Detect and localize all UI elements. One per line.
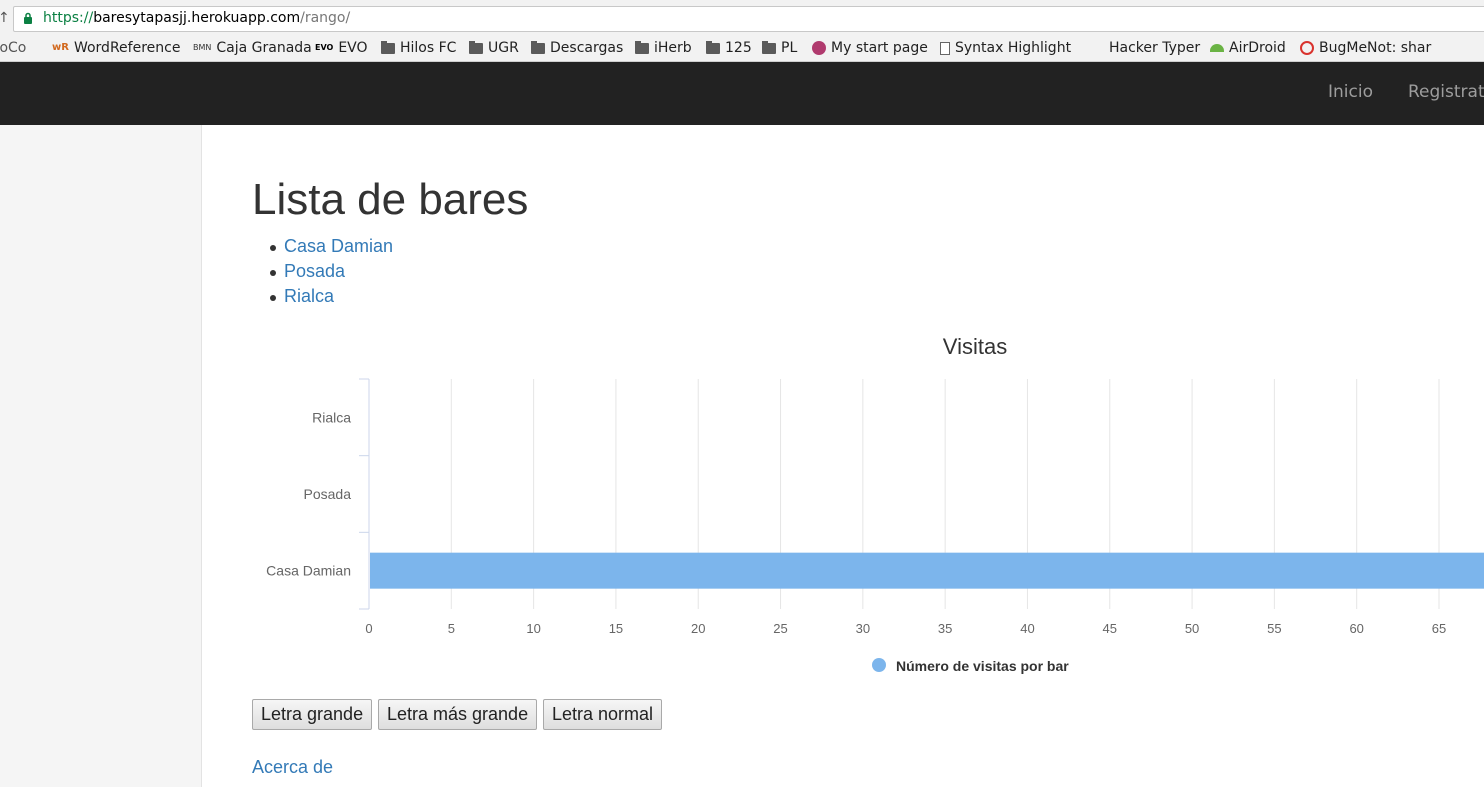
bar-link-casa-damian[interactable]: Casa Damian — [284, 236, 393, 256]
x-tick-label: 45 — [1103, 621, 1117, 636]
url-host: baresytapasjj.herokuapp.com — [93, 10, 301, 26]
bookmark-item[interactable]: Hacker Typer — [1109, 38, 1200, 58]
bookmark-label: PL — [781, 40, 798, 56]
legend-marker — [872, 658, 886, 672]
evo-icon: EVO — [315, 43, 334, 52]
x-tick-label: 60 — [1349, 621, 1363, 636]
wordreference-icon: wR — [52, 42, 69, 53]
bookmark-label: iHerb — [654, 40, 692, 56]
bookmark-label: EVO — [338, 40, 368, 56]
site-navbar: Inicio Registrate — [0, 62, 1484, 125]
bar — [370, 552, 1484, 589]
about-link[interactable]: Acerca de — [252, 757, 333, 778]
bookmark-label: Descargas — [550, 40, 624, 56]
legend-label: Número de visitas por bar — [896, 658, 1069, 674]
chart-title: Visitas — [943, 334, 1007, 359]
mystartpage-icon — [812, 41, 826, 55]
x-tick-label: 20 — [691, 621, 705, 636]
caja-granada-icon: BMN — [193, 43, 212, 52]
bookmark-item[interactable]: Syntax Highlight — [940, 38, 1071, 58]
x-tick-label: 35 — [938, 621, 952, 636]
bookmark-item[interactable]: iHerb — [635, 38, 692, 58]
bookmark-item[interactable]: BMN Caja Granada — [193, 38, 312, 58]
x-tick-label: 0 — [365, 621, 372, 636]
page-icon — [940, 41, 950, 55]
folder-icon — [531, 40, 545, 54]
bar-link-posada[interactable]: Posada — [284, 261, 345, 281]
url-text[interactable]: https://baresytapasjj.herokuapp.com/rang… — [43, 10, 350, 26]
bookmark-label: BugMeNot: shar — [1319, 40, 1432, 56]
x-tick-label: 55 — [1267, 621, 1281, 636]
bookmark-item[interactable]: PL — [762, 38, 797, 58]
y-category-label: Posada — [304, 486, 352, 502]
x-tick-label: 50 — [1185, 621, 1199, 636]
bar-link-rialca[interactable]: Rialca — [284, 286, 334, 306]
nav-link-inicio[interactable]: Inicio — [1328, 82, 1373, 102]
x-tick-label: 5 — [448, 621, 455, 636]
bookmark-item[interactable]: 125 — [706, 38, 752, 58]
y-category-label: Casa Damian — [266, 563, 351, 579]
bookmark-item[interactable]: Descargas — [531, 38, 623, 58]
bookmark-label: My start page — [831, 40, 928, 56]
sidebar — [0, 125, 202, 787]
list-item: Posada — [269, 261, 393, 286]
bookmarks-bar: roCo wR WordReference BMN Caja Granada EVO… — [0, 36, 1484, 62]
y-category-label: Rialca — [312, 409, 351, 425]
bookmark-item[interactable]: BugMeNot: shar — [1300, 38, 1431, 58]
bookmark-label: Hilos FC — [400, 40, 457, 56]
bookmark-label: roCo — [0, 40, 27, 56]
back-arrow-icon[interactable]: ↑ — [0, 10, 10, 26]
bookmark-item[interactable]: EVO EVO — [315, 38, 368, 58]
bookmark-label: UGR — [488, 40, 519, 56]
bookmark-item[interactable]: UGR — [469, 38, 519, 58]
bookmark-label: AirDroid — [1229, 40, 1286, 56]
browser-url-bar: ↑ https://baresytapasjj.herokuapp.com/ra… — [0, 0, 1484, 36]
bookmark-label: Caja Granada — [216, 40, 312, 56]
address-bar[interactable]: https://baresytapasjj.herokuapp.com/rang… — [13, 6, 1484, 32]
folder-icon — [635, 40, 649, 54]
bookmark-item[interactable]: wR WordReference — [52, 38, 180, 58]
folder-icon — [469, 40, 483, 54]
x-tick-label: 10 — [526, 621, 540, 636]
bookmark-item[interactable]: roCo — [0, 38, 26, 58]
airdroid-icon — [1210, 44, 1224, 52]
bookmark-item[interactable]: AirDroid — [1210, 38, 1286, 58]
x-tick-label: 15 — [609, 621, 623, 636]
bookmark-label: WordReference — [73, 40, 181, 56]
url-path: /rango/ — [300, 10, 351, 26]
chart-svg: Visitas 0 5 10 15 20 25 30 35 40 45 50 55 60 65 Casa Da… — [266, 334, 1484, 674]
x-tick-label: 25 — [773, 621, 787, 636]
url-scheme: https:// — [43, 10, 94, 26]
bar-list: Casa Damian Posada Rialca — [269, 236, 393, 311]
nav-link-registrate[interactable]: Registrate — [1408, 82, 1484, 102]
bookmark-label: Syntax Highlight — [955, 40, 1072, 56]
lock-icon — [24, 12, 32, 24]
bookmark-label: 125 — [725, 40, 752, 56]
bookmark-item[interactable]: Hilos FC — [381, 38, 456, 58]
x-tick-label: 30 — [856, 621, 870, 636]
normal-font-button[interactable]: Letra normal — [543, 699, 663, 730]
page-title: Lista de bares — [252, 175, 529, 224]
folder-icon — [762, 40, 776, 54]
folder-icon — [381, 40, 395, 54]
bookmark-label: Hacker Typer — [1109, 40, 1201, 56]
list-item: Rialca — [269, 286, 393, 311]
visits-chart: Visitas 0 5 10 15 20 25 30 35 40 45 50 55 60 65 Casa Da… — [230, 325, 1484, 690]
x-tick-label: 40 — [1020, 621, 1034, 636]
x-tick-label: 65 — [1432, 621, 1446, 636]
bugmenot-icon — [1300, 41, 1314, 55]
folder-icon — [706, 40, 720, 54]
large-font-button[interactable]: Letra grande — [252, 699, 373, 730]
larger-font-button[interactable]: Letra más grande — [378, 699, 538, 730]
bookmark-item[interactable]: My start page — [812, 38, 928, 58]
list-item: Casa Damian — [269, 236, 393, 261]
